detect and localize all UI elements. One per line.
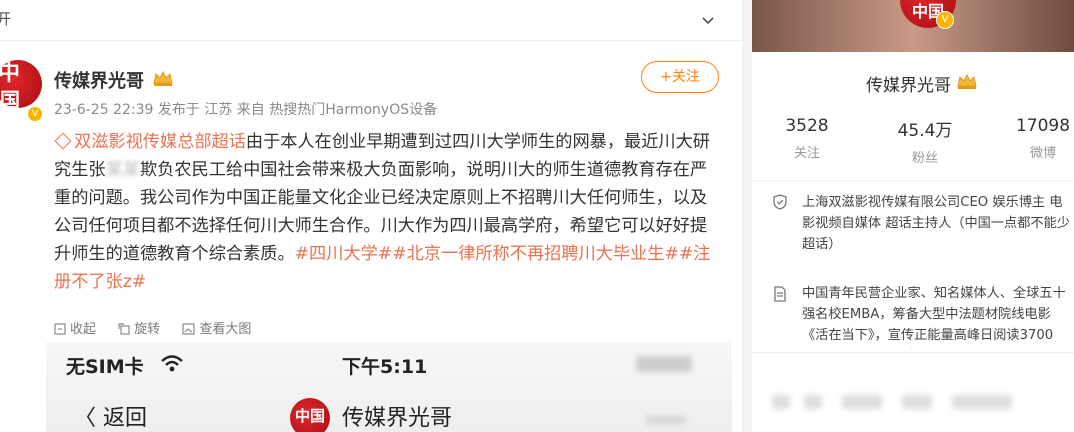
verified-badge-icon: V <box>936 11 954 29</box>
carrier-label: 无SIM卡 <box>66 356 144 378</box>
blurred-footer <box>752 352 1074 432</box>
chevron-down-icon[interactable] <box>700 12 716 28</box>
profile-bio: 中国青年民营企业家、知名媒体人、全球五十强名校EMBA，筹备大型中法题材院线电影… <box>802 286 1066 343</box>
author-avatar[interactable]: 中 国 <box>0 60 42 108</box>
status-time: 下午5:11 <box>342 356 428 378</box>
crown-icon <box>957 73 977 89</box>
expand-label[interactable]: 开 <box>0 8 11 29</box>
wifi-icon <box>161 355 183 372</box>
battery-icon <box>636 356 692 372</box>
rotate-icon <box>118 323 130 335</box>
collapse-icon <box>54 323 66 335</box>
collapse-action[interactable]: 收起 <box>54 318 96 337</box>
profile-verification: 上海双滋影视传媒有限公司CEO 娱乐博主 电影视频自媒体 超话主持人（中国一点都… <box>802 195 1070 252</box>
hashtag-link[interactable]: #四川大学# <box>295 244 393 264</box>
view-large-action[interactable]: 查看大图 <box>182 318 251 337</box>
stat-following[interactable]: 3528 关注 <box>762 116 852 161</box>
rotate-action[interactable]: 旋转 <box>118 318 160 337</box>
image-actions: 收起 旋转 查看大图 <box>54 318 269 337</box>
stat-followers[interactable]: 45.4万 粉丝 <box>880 116 970 166</box>
weibo-post-panel: 开 中 国 V 传媒界光哥 23-6-25 22:39 发布于 江苏 来自 热搜… <box>0 0 742 432</box>
post-image[interactable]: 无SIM卡 下午5:11 〈 返回 中国 传媒界光哥 <box>46 342 732 432</box>
back-button: 〈 返回 <box>74 406 148 431</box>
post-text: 双滋影视传媒总部超话由于本人在创业早期遭到过四川大学师生的网暴，最近川大研究生张… <box>54 132 711 292</box>
profile-cover: 中国 V <box>752 0 1074 52</box>
image-icon <box>182 323 195 335</box>
stat-posts[interactable]: 17098 微博 <box>998 116 1074 161</box>
post-meta: 23-6-25 22:39 发布于 江苏 来自 热搜热门HarmonyOS设备 <box>54 102 438 118</box>
blurred-area <box>646 416 686 424</box>
hashtag-link[interactable]: #北京一律所称不再招聘川大毕业生# <box>392 244 679 264</box>
supertopic-icon <box>54 132 72 150</box>
blurred-name: 某某 <box>105 160 140 180</box>
verified-badge-icon: V <box>27 106 43 122</box>
crown-icon <box>153 70 173 86</box>
supertopic-link[interactable]: 双滋影视传媒总部超话 <box>74 132 246 152</box>
profile-sidebar: 中国 V 传媒界光哥 3528 关注 45.4万 粉丝 17098 微博 上海双… <box>752 0 1074 432</box>
author-name[interactable]: 传媒界光哥 <box>54 67 144 93</box>
phone-profile-name: 传媒界光哥 <box>342 406 453 431</box>
follow-button[interactable]: +关注 <box>641 61 719 93</box>
divider <box>752 180 1074 181</box>
profile-name[interactable]: 传媒界光哥 <box>866 71 951 96</box>
phone-avatar: 中国 <box>290 398 330 432</box>
document-icon <box>774 286 786 302</box>
shield-icon <box>773 194 787 210</box>
post-topbar: 开 <box>0 0 742 41</box>
